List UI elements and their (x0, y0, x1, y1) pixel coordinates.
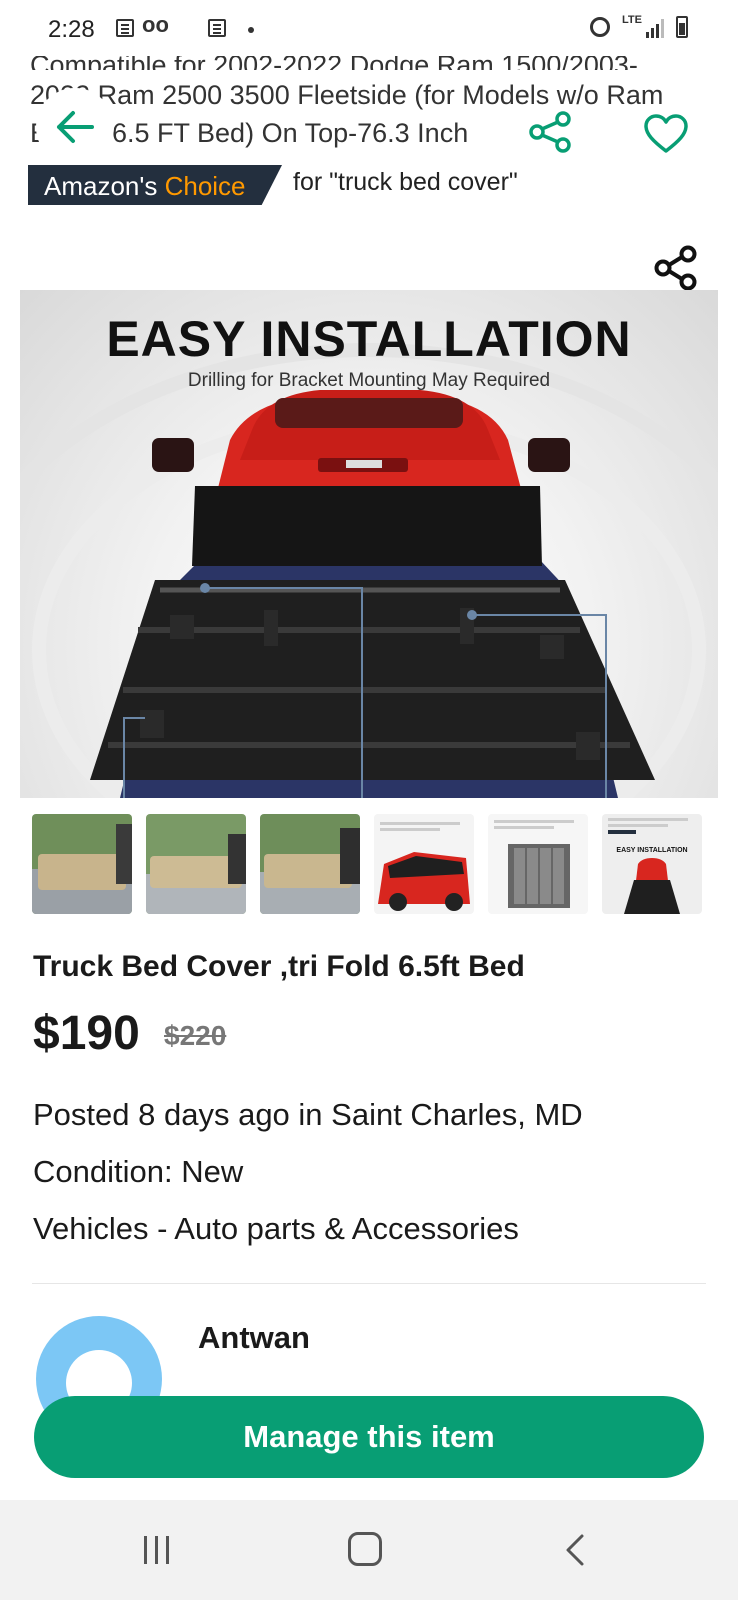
badge-choice: Choice (164, 171, 246, 201)
thumbnail-6[interactable]: EASY INSTALLATION (602, 814, 702, 914)
status-time: 2:28 (48, 16, 95, 43)
share-button[interactable] (520, 106, 582, 158)
recent-apps-icon[interactable] (140, 1536, 174, 1564)
thumbnail-1[interactable] (32, 814, 132, 914)
battery-icon (676, 16, 688, 38)
listing-title: Truck Bed Cover ,tri Fold 6.5ft Bed (33, 950, 525, 983)
thumbnail-3[interactable] (260, 814, 360, 914)
badge-brand: Amazon's (44, 171, 158, 201)
listing-price: $190 (33, 1007, 140, 1060)
thumbnail-4[interactable] (374, 814, 474, 914)
seller-name[interactable]: Antwan (198, 1320, 310, 1356)
hero-headline: EASY INSTALLATION (106, 311, 632, 367)
share-icon (529, 111, 571, 153)
condition-info: Condition: New (33, 1154, 244, 1189)
heart-icon (644, 114, 688, 153)
section-divider (32, 1283, 706, 1284)
thumbnail-2[interactable] (146, 814, 246, 914)
news-notification-icon-2 (208, 19, 226, 37)
hero-subheadline: Drilling for Bracket Mounting May Requir… (187, 370, 551, 391)
image-text-line-3: 6.5 FT Bed) On Top-76.3 Inch (112, 118, 469, 148)
thumbnail-6-caption: EASY INSTALLATION (616, 847, 688, 854)
alarm-icon (590, 17, 610, 37)
manage-item-button[interactable]: Manage this item (34, 1396, 704, 1478)
status-bar: 2:28 oo LTE (0, 0, 738, 56)
amazons-choice-badge: Amazon's Choice (28, 165, 282, 205)
news-notification-icon (116, 19, 134, 37)
original-price: $220 (164, 1020, 227, 1051)
thumbnail-strip: EASY INSTALLATION (32, 814, 708, 914)
more-notifications-icon (248, 27, 254, 33)
posted-info: Posted 8 days ago in Saint Charles, MD (33, 1097, 583, 1132)
back-arrow-icon (57, 111, 94, 143)
home-icon[interactable] (348, 1532, 382, 1566)
product-main-image[interactable]: EASY INSTALLATION Drilling for Bracket M… (20, 290, 718, 798)
voicemail-icon: oo (142, 12, 169, 37)
share-icon (654, 245, 697, 291)
badge-query: for "truck bed cover" (293, 168, 518, 196)
network-type: LTE (622, 14, 642, 26)
image-text-line-2: 2022 Ram 2500 3500 Fleetside (for Models… (30, 80, 664, 110)
back-nav-icon[interactable] (560, 1532, 590, 1568)
back-button[interactable] (36, 88, 114, 166)
favorite-button[interactable] (636, 106, 696, 162)
category-info: Vehicles - Auto parts & Accessories (33, 1211, 519, 1246)
thumbnail-5[interactable] (488, 814, 588, 914)
signal-icon (646, 18, 668, 38)
system-navigation-bar (0, 1500, 738, 1600)
